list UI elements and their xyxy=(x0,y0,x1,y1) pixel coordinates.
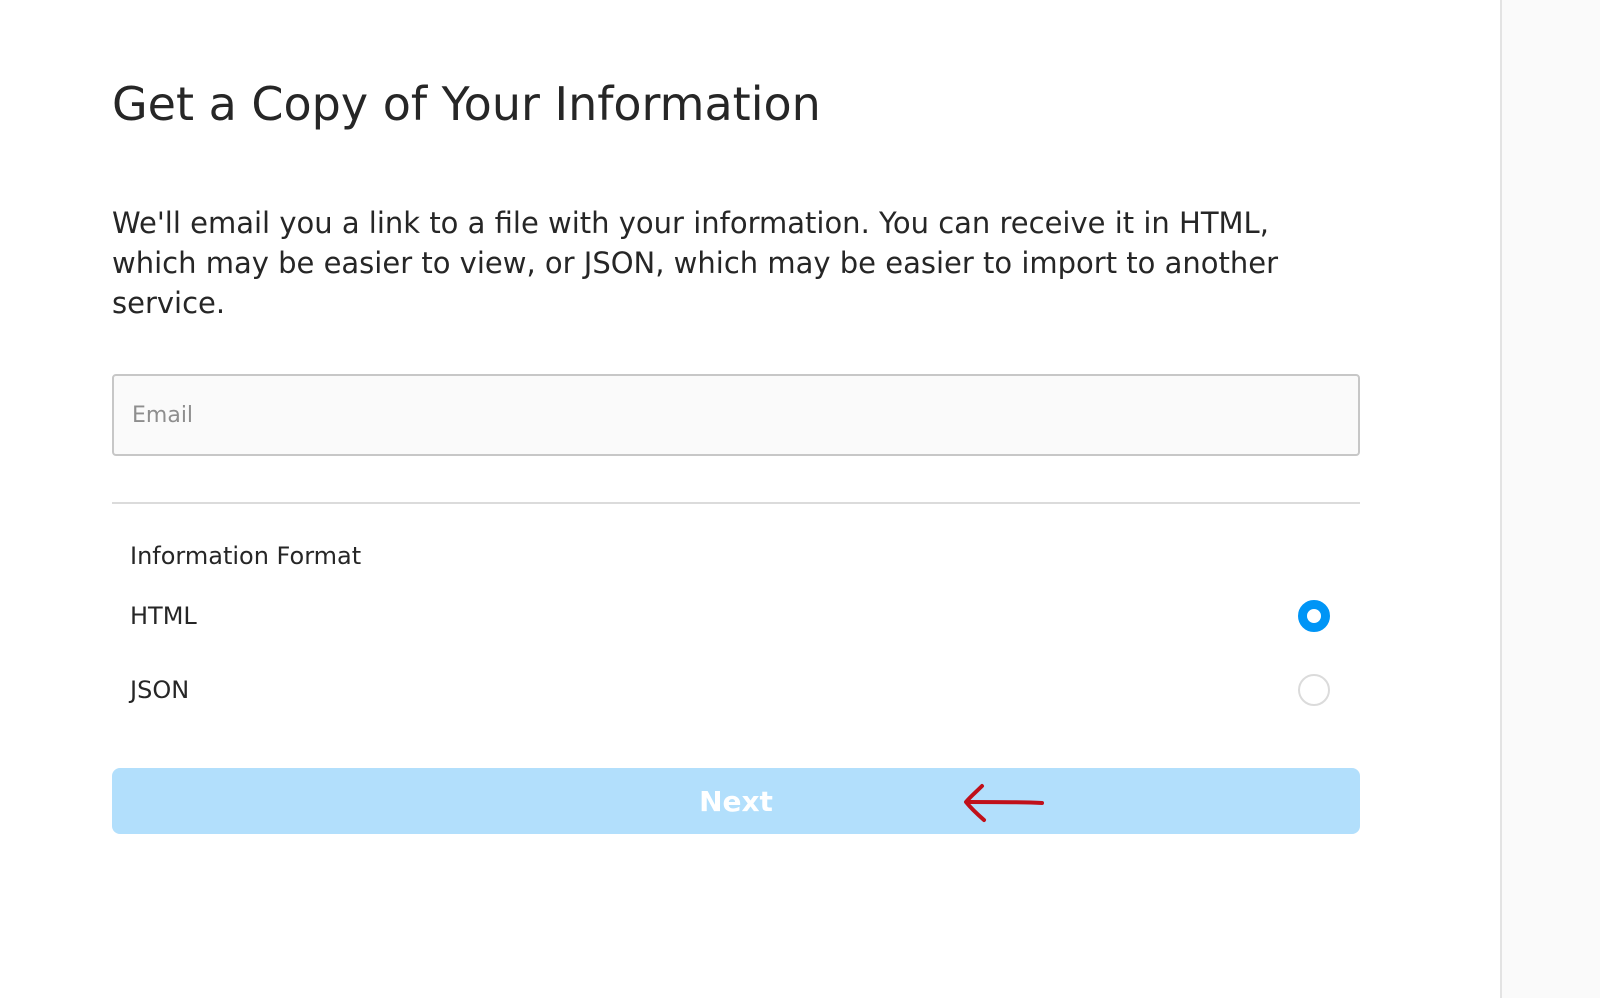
radio-html-checked[interactable] xyxy=(1298,600,1330,632)
format-option-html[interactable]: HTML xyxy=(130,586,1342,646)
right-rail xyxy=(1500,0,1600,998)
section-divider xyxy=(112,502,1360,504)
information-format-label: Information Format xyxy=(130,542,362,570)
radio-json-unchecked[interactable] xyxy=(1298,674,1330,706)
next-button[interactable]: Next xyxy=(112,768,1360,834)
format-option-json[interactable]: JSON xyxy=(130,660,1342,720)
page: Get a Copy of Your Information We'll ema… xyxy=(0,0,1600,998)
page-description: We'll email you a link to a file with yo… xyxy=(112,206,1279,320)
email-input[interactable] xyxy=(112,374,1360,456)
main-panel: Get a Copy of Your Information We'll ema… xyxy=(0,0,1500,998)
page-title: Get a Copy of Your Information xyxy=(112,77,821,131)
format-option-json-label: JSON xyxy=(130,676,190,704)
format-option-html-label: HTML xyxy=(130,602,197,630)
